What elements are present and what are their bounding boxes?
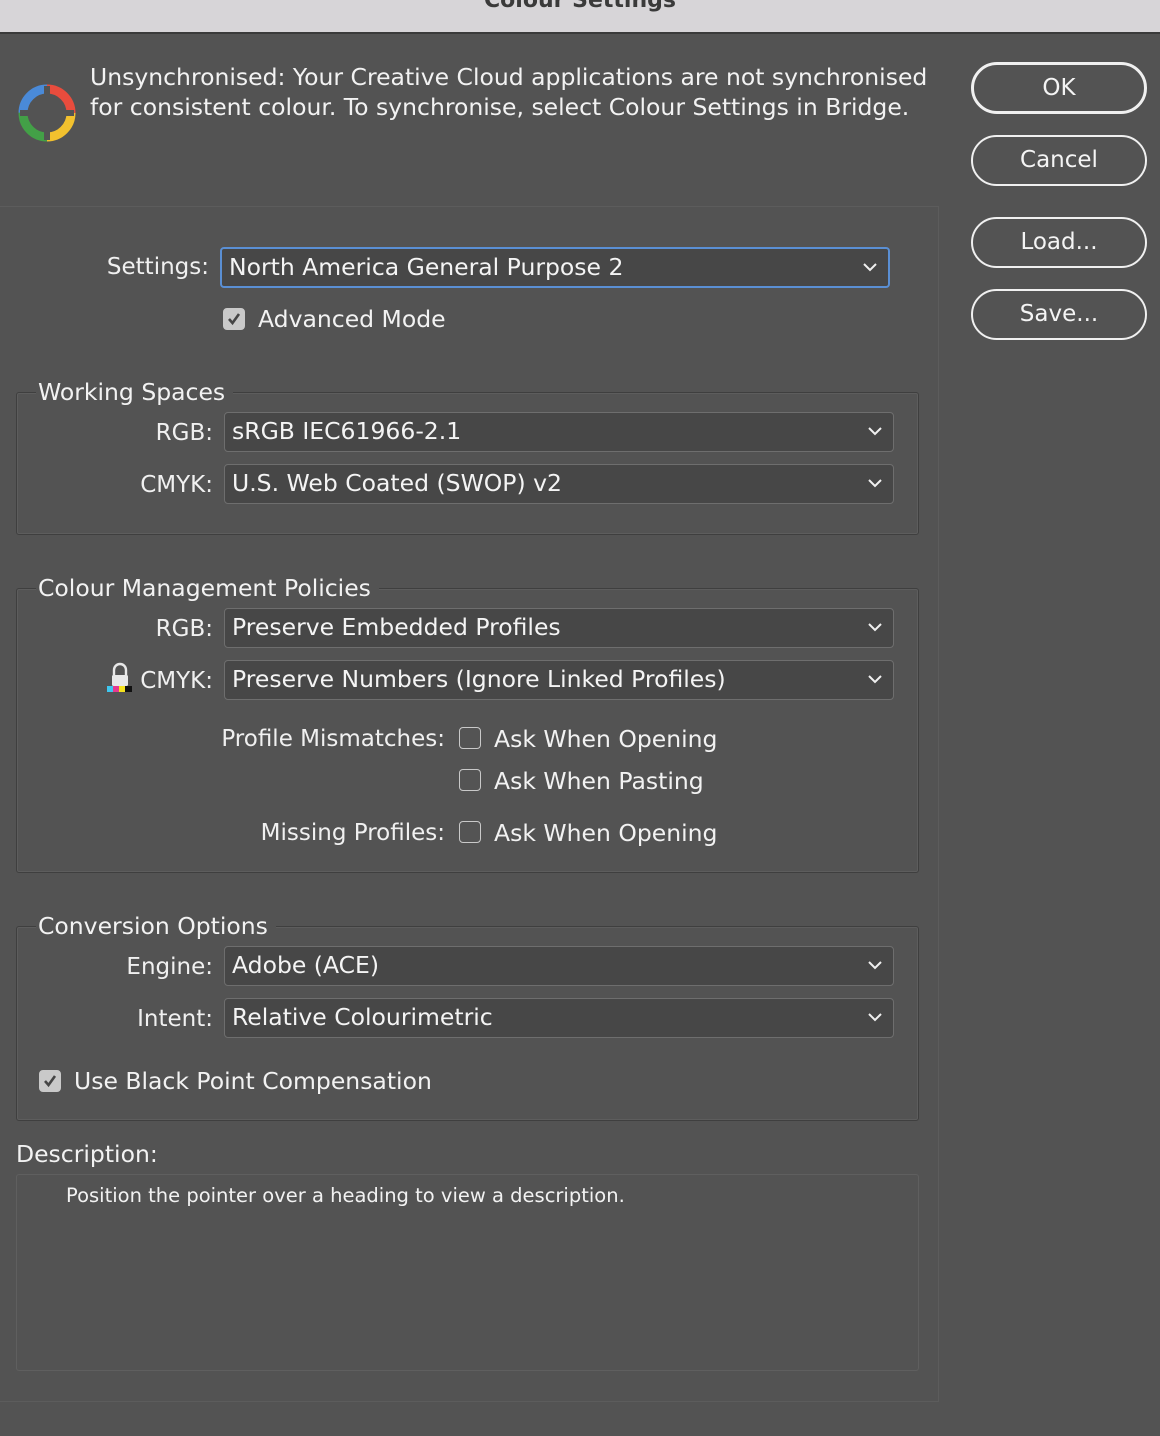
ask-when-opening-checkbox[interactable] — [459, 727, 481, 749]
sync-message-line1: Unsynchronised: Your Creative Cloud appl… — [90, 63, 928, 91]
save-button[interactable]: Save... — [971, 289, 1147, 340]
checkmark-icon — [228, 313, 241, 326]
load-button[interactable]: Load... — [971, 217, 1147, 268]
settings-dropdown[interactable]: North America General Purpose 2 — [220, 247, 890, 288]
conversion-title: Conversion Options — [36, 912, 276, 940]
engine-label: Engine: — [126, 954, 213, 980]
colour-sync-icon — [18, 84, 76, 142]
title-bar: Colour Settings — [0, 0, 1160, 34]
ws-rgb-label: RGB: — [155, 420, 213, 446]
window-title: Colour Settings — [484, 0, 676, 13]
policy-rgb-value: Preserve Embedded Profiles — [232, 613, 561, 641]
advanced-mode-label: Advanced Mode — [258, 305, 446, 333]
policy-rgb-label: RGB: — [155, 616, 213, 642]
ok-button[interactable]: OK — [971, 62, 1147, 114]
intent-label: Intent: — [137, 1006, 213, 1032]
missing-ask-when-opening-checkbox[interactable] — [459, 821, 481, 843]
policy-cmyk-dropdown[interactable]: Preserve Numbers (Ignore Linked Profiles… — [224, 660, 894, 700]
engine-value: Adobe (ACE) — [232, 951, 380, 979]
ask-when-pasting-checkbox[interactable] — [459, 769, 481, 791]
intent-dropdown[interactable]: Relative Colourimetric — [224, 998, 894, 1038]
settings-label: Settings: — [106, 254, 209, 280]
description-text: Position the pointer over a heading to v… — [66, 1184, 625, 1207]
working-spaces-title: Working Spaces — [36, 378, 234, 406]
ws-cmyk-dropdown[interactable]: U.S. Web Coated (SWOP) v2 — [224, 464, 894, 504]
description-label: Description: — [16, 1140, 158, 1168]
profile-mismatches-label: Profile Mismatches: — [221, 726, 445, 752]
chevron-down-icon — [868, 1013, 882, 1022]
ws-rgb-value: sRGB IEC61966-2.1 — [232, 417, 462, 445]
ws-cmyk-value: U.S. Web Coated (SWOP) v2 — [232, 469, 562, 497]
ask-when-pasting-label: Ask When Pasting — [494, 767, 704, 795]
black-point-compensation-label: Use Black Point Compensation — [74, 1067, 432, 1095]
missing-ask-when-opening-label: Ask When Opening — [494, 819, 718, 847]
sync-message: Unsynchronised: Your Creative Cloud appl… — [90, 62, 940, 122]
ws-cmyk-label: CMYK: — [140, 472, 213, 498]
checkmark-icon — [44, 1075, 57, 1088]
lock-icon — [106, 662, 134, 694]
missing-profiles-label: Missing Profiles: — [260, 820, 445, 846]
chevron-down-icon — [868, 961, 882, 970]
settings-value: North America General Purpose 2 — [229, 253, 624, 281]
policies-title: Colour Management Policies — [36, 574, 379, 602]
ask-when-opening-label: Ask When Opening — [494, 725, 718, 753]
cancel-button[interactable]: Cancel — [971, 135, 1147, 186]
sync-message-line2: for consistent colour. To synchronise, s… — [90, 93, 910, 121]
chevron-down-icon — [868, 623, 882, 632]
advanced-mode-checkbox[interactable] — [223, 308, 245, 330]
policy-rgb-dropdown[interactable]: Preserve Embedded Profiles — [224, 608, 894, 648]
chevron-down-icon — [863, 263, 877, 272]
chevron-down-icon — [868, 675, 882, 684]
black-point-compensation-checkbox[interactable] — [39, 1070, 61, 1092]
chevron-down-icon — [868, 479, 882, 488]
policy-cmyk-label: CMYK: — [140, 668, 213, 694]
engine-dropdown[interactable]: Adobe (ACE) — [224, 946, 894, 986]
policy-cmyk-value: Preserve Numbers (Ignore Linked Profiles… — [232, 665, 726, 693]
intent-value: Relative Colourimetric — [232, 1003, 493, 1031]
ws-rgb-dropdown[interactable]: sRGB IEC61966-2.1 — [224, 412, 894, 452]
chevron-down-icon — [868, 427, 882, 436]
